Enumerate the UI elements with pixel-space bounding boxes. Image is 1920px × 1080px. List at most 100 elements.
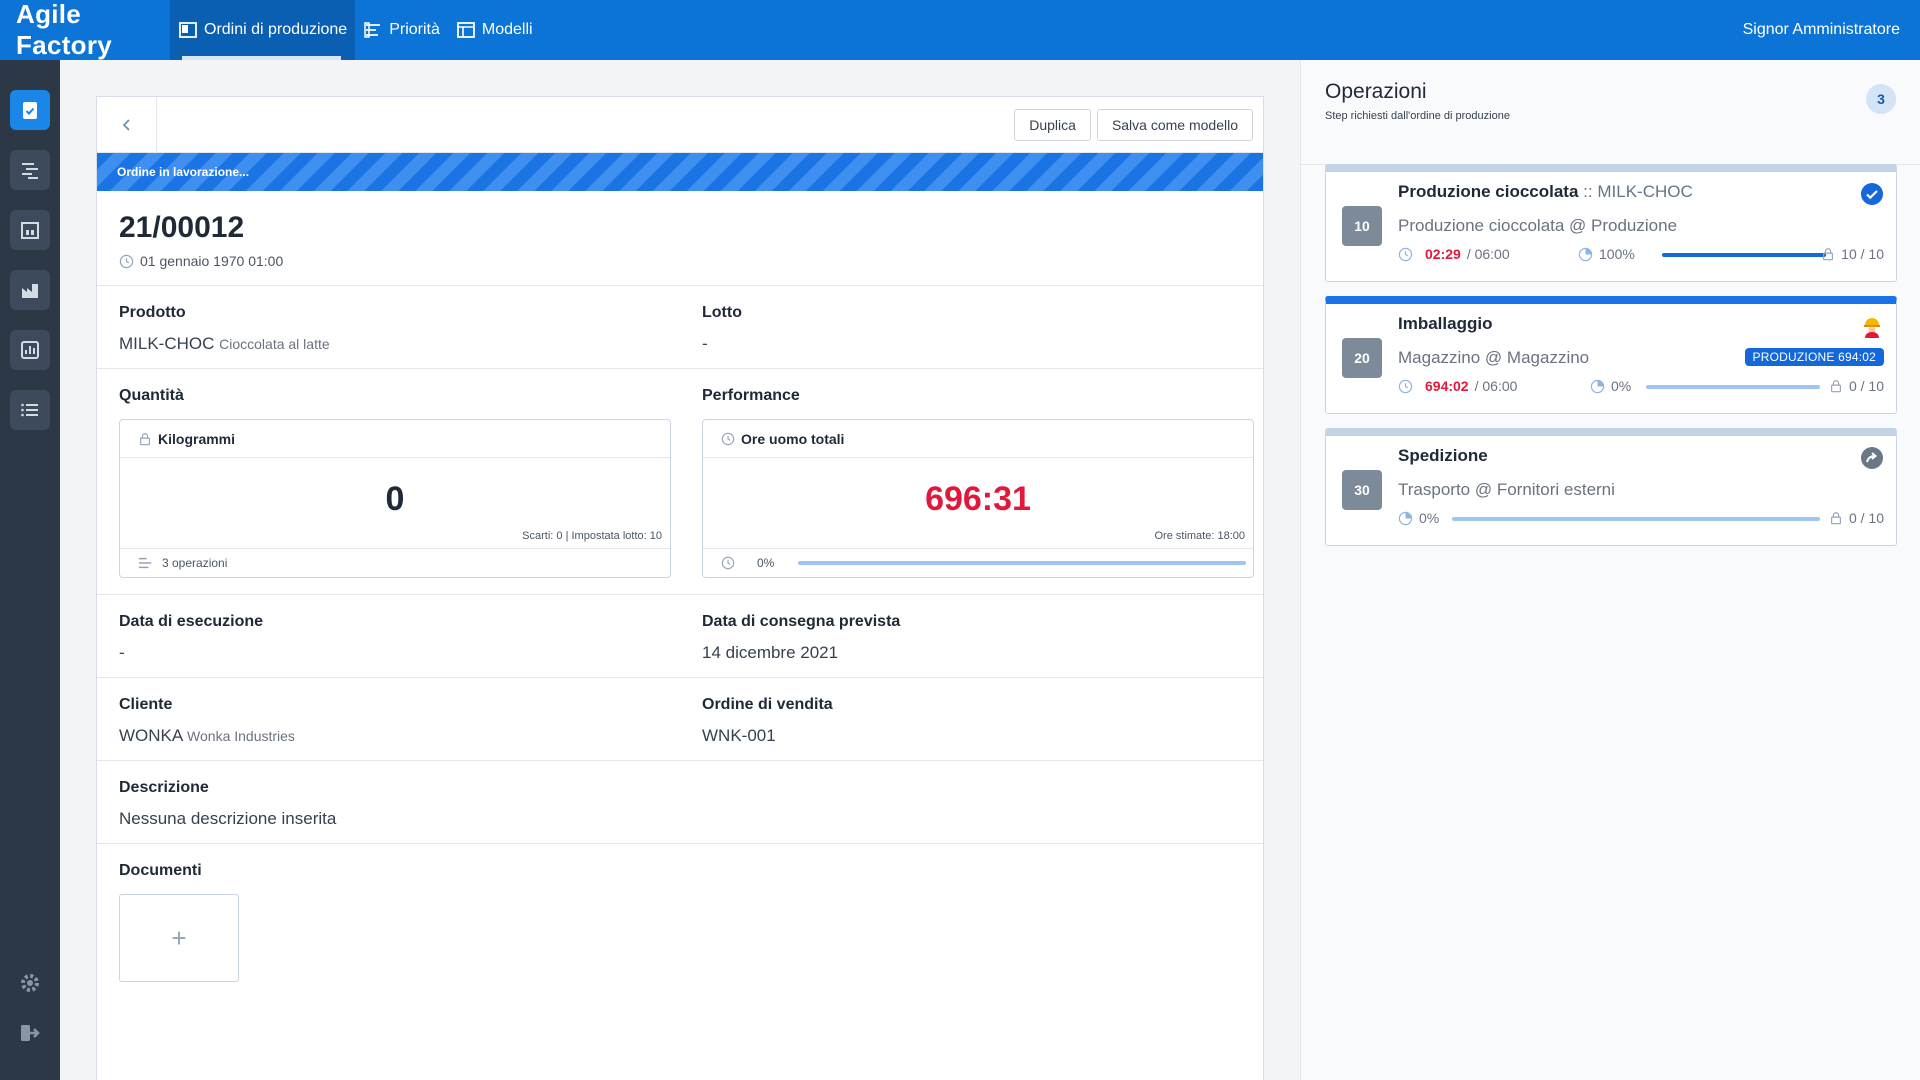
operations-subtitle: Step richiesti dall'ordine di produzione [1325,110,1510,122]
clock-icon [721,556,735,570]
logout-button[interactable] [15,1018,45,1048]
product-label: Prodotto [119,304,186,321]
nav-priority[interactable]: Priorità [355,0,448,60]
operation-meta: 02:29 / 06:00 100% 10 / 10 [1398,246,1884,264]
operation-name: Spedizione [1398,446,1488,465]
sales-order-value: WNK-001 [702,726,776,745]
product-lot-row: Prodotto MILK-CHOC Cioccolata al latte L… [97,286,1263,369]
add-document-button[interactable]: + [119,894,239,982]
gantt-icon [22,163,38,179]
sidebar-reports-button[interactable] [10,330,50,370]
clock-icon [119,254,134,268]
status-banner: Ordine in lavorazione... [97,153,1263,191]
operation-number: 10 [1342,206,1382,246]
pie-progress-icon [1590,379,1605,393]
sidebar-factory-button[interactable] [10,270,50,310]
time-estimated: / 06:00 [1466,246,1510,262]
description-value: Nessuna descrizione inserita [119,809,337,828]
operation-meta: 694:02 / 06:00 0% 0 / 10 [1398,378,1884,396]
delivery-date-label: Data di consegna prevista [702,613,901,630]
priority-icon [364,22,381,38]
list-icon [21,403,38,417]
template-icon [456,22,475,38]
operation-card[interactable]: 10 Produzione cioccolata :: MILK-CHOC Pr… [1325,164,1897,282]
app-brand[interactable]: Agile Factory [0,0,170,60]
progress-bar [1646,385,1820,389]
performance-progress-label: 0% [757,556,775,570]
sidebar-warehouse-button[interactable] [10,210,50,250]
quantity-footer[interactable]: 3 operazioni [120,548,670,577]
operation-separator: :: [1583,182,1593,201]
operation-meta: 0% 0 / 10 [1398,510,1884,528]
time-spent: 02:29 [1425,246,1461,262]
duplicate-button[interactable]: Duplica [1014,108,1091,141]
settings-button[interactable] [15,968,45,998]
performance-box-header: Ore uomo totali [703,420,1253,458]
lock-icon [140,432,150,445]
progress-bar [1662,253,1826,257]
product-value[interactable]: MILK-CHOC Cioccolata al latte [119,334,658,354]
production-status-badge: PRODUZIONE 694:02 [1744,348,1884,366]
performance-box: Ore uomo totali 696:31 Ore stimate: 18:0… [702,419,1254,578]
description-label: Descrizione [119,779,209,796]
customer-code: WONKA [119,726,183,745]
sales-order-label: Ordine di vendita [702,696,833,713]
operation-card[interactable]: 30 Spedizione Trasporto @ Fornitori este… [1325,428,1897,546]
product-code: MILK-CHOC [119,334,215,353]
operation-name: Imballaggio [1398,314,1493,333]
gear-icon [21,974,39,992]
operation-card[interactable]: 20 Imballaggio Magazzino @ Magazzino PRO… [1325,296,1897,414]
execution-date-value: - [119,643,125,662]
performance-progress-bar [798,561,1247,565]
factory-icon [22,284,38,298]
operations-list-icon [138,557,152,569]
sidebar-orders-button[interactable] [10,90,50,130]
performance-footer: 0% [703,548,1253,577]
order-card: Duplica Salva come modello Ordine in lav… [96,96,1264,1080]
operation-number: 30 [1342,470,1382,510]
quantity-box: Kilogrammi 0 Scarti: 0 | Impostata lotto… [119,419,671,578]
nav-label: Ordini di produzione [204,21,348,38]
operation-title: Produzione cioccolata :: MILK-CHOC [1398,182,1693,202]
quantity-progress: 0 / 10 [1848,378,1884,394]
performance-note: Ore stimate: 18:00 [1154,530,1246,542]
customer-label: Cliente [119,696,173,713]
clipboard-check-icon [23,102,37,119]
documents-label: Documenti [119,862,202,879]
quantity-unit: Kilogrammi [158,430,236,447]
user-menu[interactable]: Signor Amministratore [1743,0,1920,60]
sidebar [0,60,60,1080]
operation-product: MILK-CHOC [1597,182,1693,201]
product-name: Cioccolata al latte [219,336,330,352]
performance-title: Ore uomo totali [741,430,845,447]
sidebar-list-button[interactable] [10,390,50,430]
nav-templates[interactable]: Modelli [448,0,541,60]
progress-label: 0% [1611,378,1632,394]
sidebar-planning-button[interactable] [10,150,50,190]
nav-label: Modelli [481,21,533,38]
delivery-date-value: 14 dicembre 2021 [702,643,839,662]
operation-location: Produzione cioccolata @ Produzione [1398,216,1678,235]
check-circle-icon [1861,183,1883,205]
nav-production-orders[interactable]: Ordini di produzione [170,0,356,60]
worker-icon [1864,318,1880,338]
operations-title: Operazioni [1325,80,1427,103]
back-button[interactable] [97,96,157,153]
bar-chart-icon [21,341,39,359]
quantity-note: Scarti: 0 | Impostata lotto: 10 [522,530,662,542]
time-estimated: / 06:00 [1474,378,1518,394]
quantity-box-header: Kilogrammi [120,420,670,458]
description-row: Descrizione Nessuna descrizione inserita [97,761,1263,844]
save-template-button[interactable]: Salva come modello [1096,108,1253,141]
performance-value: 696:31 [925,480,1031,518]
chevron-left-icon [122,118,130,131]
documents-section: Documenti + [97,844,1263,996]
lock-icon [1831,512,1841,525]
logout-icon [21,1025,40,1041]
operations-count-badge: 3 [1866,84,1896,114]
quantity-value: 0 [385,480,405,518]
customer-value[interactable]: WONKA Wonka Industries [119,726,658,746]
clock-icon [1398,247,1413,261]
customer-row: Cliente WONKA Wonka Industries Ordine di… [97,678,1263,761]
operations-count: 3 operazioni [162,556,228,570]
